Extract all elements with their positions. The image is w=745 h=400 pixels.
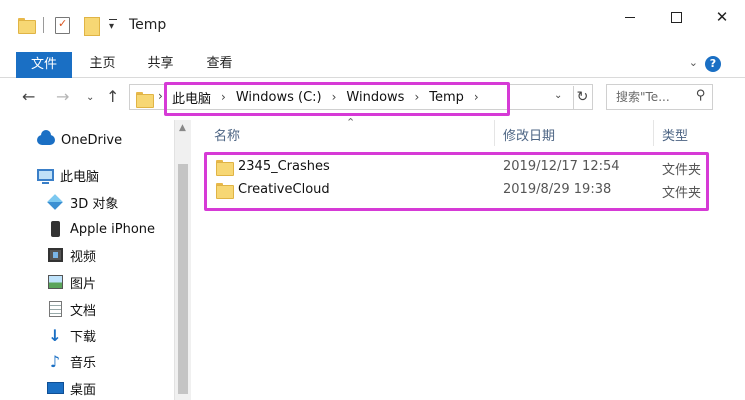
sort-ascending-icon: ⌃ <box>346 116 356 129</box>
maximize-button[interactable] <box>653 0 699 34</box>
file-date-modified: 2019/12/17 12:54 <box>503 159 620 174</box>
music-icon: ♪ <box>49 351 61 371</box>
nav-item-label: 图片 <box>70 276 97 292</box>
file-explorer-window: ▾ Temp ✕ 文件 主页 共享 查看 ⌄ ? ← → ⌄ ↑ › 此电脑 ›… <box>0 0 745 400</box>
search-box[interactable]: ⚲ <box>606 84 713 110</box>
file-list-header: ⌃ 名称 修改日期 类型 <box>196 116 745 146</box>
breadcrumb-separator-icon[interactable]: › <box>217 90 230 104</box>
close-icon: ✕ <box>715 8 729 26</box>
file-name: CreativeCloud <box>238 182 330 197</box>
close-button[interactable]: ✕ <box>699 0 745 34</box>
search-input[interactable] <box>607 85 691 109</box>
quick-access-toolbar: ▾ <box>0 16 117 36</box>
breadcrumb-separator-icon[interactable]: › <box>410 90 423 104</box>
breadcrumb-separator-icon[interactable]: › <box>328 90 341 104</box>
window-title: Temp <box>129 17 167 33</box>
video-icon <box>46 246 64 264</box>
iphone-icon <box>46 220 64 238</box>
nav-item-this-pc[interactable]: 此电脑 <box>36 162 99 188</box>
column-header-type[interactable]: 类型 <box>662 125 688 144</box>
breadcrumb: 此电脑 › Windows (C:) › Windows › Temp › <box>166 85 483 109</box>
nav-item-label: OneDrive <box>61 132 123 148</box>
pictures-icon <box>46 273 64 291</box>
breadcrumb-windows[interactable]: Windows <box>340 90 410 105</box>
recent-locations-chevron-icon[interactable]: ⌄ <box>86 92 94 103</box>
forward-arrow-icon[interactable]: → <box>56 87 69 106</box>
scrollbar-thumb[interactable] <box>178 164 188 394</box>
help-icon[interactable]: ? <box>705 56 721 72</box>
nav-item-apple-iphone[interactable]: Apple iPhone <box>46 216 155 242</box>
file-date-modified: 2019/8/29 19:38 <box>503 182 612 197</box>
tab-home[interactable]: 主页 <box>80 52 125 76</box>
nav-item-label: 文档 <box>70 303 97 319</box>
column-divider[interactable] <box>494 120 495 146</box>
minimize-icon <box>625 16 635 18</box>
file-name: 2345_Crashes <box>238 159 330 174</box>
file-row[interactable]: CreativeCloud 2019/8/29 19:38 文件夹 <box>205 178 745 201</box>
ribbon-tabs: 文件 主页 共享 查看 ⌄ ? <box>0 50 745 78</box>
address-folder-icon <box>136 90 154 108</box>
breadcrumb-temp[interactable]: Temp <box>423 90 470 105</box>
computer-icon <box>36 166 54 184</box>
column-header-date-modified[interactable]: 修改日期 <box>503 125 555 144</box>
minimize-button[interactable] <box>607 0 653 34</box>
folder-icon <box>18 16 36 34</box>
nav-item-label: 3D 对象 <box>70 196 119 212</box>
up-arrow-icon[interactable]: ↑ <box>106 87 119 106</box>
nav-item-documents[interactable]: 文档 <box>46 296 96 322</box>
breadcrumb-windows-c[interactable]: Windows (C:) <box>230 90 328 105</box>
desktop-icon <box>46 379 64 397</box>
column-header-name[interactable]: 名称 <box>214 125 240 144</box>
navigation-pane: OneDrive 此电脑 3D 对象 Apple iPhone 视频 图片 文档… <box>0 120 174 400</box>
expand-ribbon-chevron-icon[interactable]: ⌄ <box>689 56 698 69</box>
properties-icon[interactable] <box>55 16 70 34</box>
nav-item-desktop[interactable]: 桌面 <box>46 375 96 400</box>
title-bar: ▾ Temp ✕ <box>0 0 745 50</box>
nav-item-music[interactable]: ♪ 音乐 <box>46 348 96 374</box>
file-type: 文件夹 <box>662 163 702 178</box>
nav-item-pictures[interactable]: 图片 <box>46 269 96 295</box>
navigation-pane-scrollbar[interactable]: ▲ <box>174 120 191 400</box>
nav-item-label: 桌面 <box>70 382 97 398</box>
column-divider[interactable] <box>653 120 654 146</box>
folder-icon <box>216 158 234 176</box>
window-controls: ✕ <box>607 0 745 34</box>
file-row[interactable]: 2345_Crashes 2019/12/17 12:54 文件夹 <box>205 155 745 178</box>
nav-item-downloads[interactable]: ↓ 下载 <box>46 322 96 348</box>
onedrive-cloud-icon <box>37 130 55 149</box>
nav-item-label: 音乐 <box>70 355 97 371</box>
file-type: 文件夹 <box>662 186 702 201</box>
toolbar-divider <box>43 17 44 33</box>
nav-item-onedrive[interactable]: OneDrive <box>37 127 122 153</box>
nav-item-label: 此电脑 <box>60 169 100 185</box>
documents-icon <box>46 300 64 318</box>
scroll-up-arrow-icon[interactable]: ▲ <box>179 123 186 133</box>
customize-toolbar-dropdown-icon[interactable]: ▾ <box>109 18 117 32</box>
new-folder-icon[interactable] <box>84 16 100 36</box>
refresh-icon[interactable]: ↻ <box>573 86 591 110</box>
nav-item-videos[interactable]: 视频 <box>46 242 96 268</box>
tab-share[interactable]: 共享 <box>138 52 183 76</box>
address-history-dropdown-icon[interactable]: ⌄ <box>554 90 562 101</box>
breadcrumb-separator-icon[interactable]: › <box>470 90 483 104</box>
search-icon[interactable]: ⚲ <box>696 88 706 103</box>
back-arrow-icon[interactable]: ← <box>22 87 35 106</box>
breadcrumb-this-pc[interactable]: 此电脑 <box>166 88 217 107</box>
download-icon: ↓ <box>48 325 62 345</box>
nav-item-label: Apple iPhone <box>70 221 156 237</box>
address-chevron-icon[interactable]: › <box>158 89 163 103</box>
tab-view[interactable]: 查看 <box>197 52 242 76</box>
nav-item-label: 视频 <box>70 249 97 265</box>
navigation-bar: ← → ⌄ ↑ › 此电脑 › Windows (C:) › Windows ›… <box>0 78 745 118</box>
tab-file[interactable]: 文件 <box>16 52 72 78</box>
nav-item-label: 下载 <box>70 329 97 345</box>
nav-item-3d-objects[interactable]: 3D 对象 <box>46 189 118 215</box>
3d-objects-icon <box>46 193 64 211</box>
address-bar[interactable]: › 此电脑 › Windows (C:) › Windows › Temp › <box>129 84 593 110</box>
maximize-icon <box>670 11 682 23</box>
folder-icon <box>216 181 234 199</box>
